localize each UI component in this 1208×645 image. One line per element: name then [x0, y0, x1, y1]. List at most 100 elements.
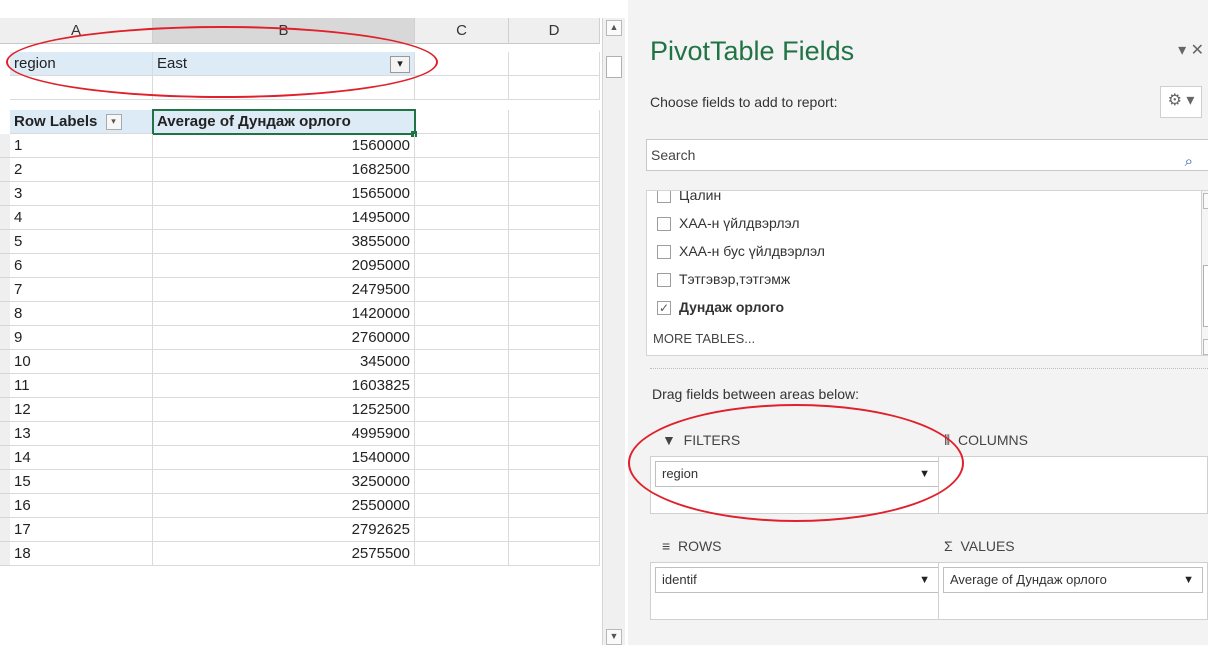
empty-cell[interactable]: [415, 254, 509, 278]
row-value-cell[interactable]: 2095000: [153, 254, 415, 278]
empty-cell[interactable]: [509, 52, 600, 76]
row-value-cell[interactable]: 1682500: [153, 158, 415, 182]
row-number[interactable]: [0, 134, 10, 158]
empty-cell[interactable]: [509, 230, 600, 254]
row-label-cell[interactable]: 12: [10, 398, 153, 422]
field-list-item[interactable]: Цалин: [657, 191, 721, 207]
field-list-item[interactable]: ХАА-н үйлдвэрлэл: [657, 211, 800, 235]
empty-cell[interactable]: [415, 52, 509, 76]
filter-value-cell[interactable]: East ▾: [153, 52, 415, 76]
row-label-cell[interactable]: 6: [10, 254, 153, 278]
row-label-cell[interactable]: 11: [10, 374, 153, 398]
empty-cell[interactable]: [415, 470, 509, 494]
row-label-cell[interactable]: 13: [10, 422, 153, 446]
column-header-c[interactable]: C: [415, 18, 509, 44]
column-header-a[interactable]: A: [0, 18, 153, 44]
field-list-scrollbar[interactable]: ▲ ▼: [1201, 191, 1208, 355]
empty-cell[interactable]: [509, 470, 600, 494]
empty-cell[interactable]: [415, 422, 509, 446]
row-label-cell[interactable]: 10: [10, 350, 153, 374]
filter-field-cell[interactable]: region: [10, 52, 153, 76]
pane-options-icon[interactable]: ▾ ✕: [1178, 40, 1204, 60]
row-number[interactable]: [0, 542, 10, 566]
empty-cell[interactable]: [509, 326, 600, 350]
row-number[interactable]: [0, 206, 10, 230]
row-value-cell[interactable]: 2760000: [153, 326, 415, 350]
empty-cell[interactable]: [415, 230, 509, 254]
row-label-cell[interactable]: 15: [10, 470, 153, 494]
row-value-cell[interactable]: 4995900: [153, 422, 415, 446]
row-label-cell[interactable]: 2: [10, 158, 153, 182]
chevron-down-icon[interactable]: ▼: [919, 462, 930, 486]
empty-cell[interactable]: [509, 182, 600, 206]
row-value-cell[interactable]: 2479500: [153, 278, 415, 302]
row-label-cell[interactable]: 9: [10, 326, 153, 350]
row-value-cell[interactable]: 2575500: [153, 542, 415, 566]
empty-cell[interactable]: [415, 374, 509, 398]
row-value-cell[interactable]: 1420000: [153, 302, 415, 326]
row-number[interactable]: [0, 182, 10, 206]
field-list-item[interactable]: ХАА-н бус үйлдвэрлэл: [657, 239, 825, 263]
empty-cell[interactable]: [509, 206, 600, 230]
empty-cell[interactable]: [509, 398, 600, 422]
empty-cell[interactable]: [415, 278, 509, 302]
row-value-cell[interactable]: 3855000: [153, 230, 415, 254]
row-number[interactable]: [0, 326, 10, 350]
empty-cell[interactable]: [415, 302, 509, 326]
checkbox-icon[interactable]: [657, 273, 671, 288]
empty-cell[interactable]: [415, 398, 509, 422]
row-label-cell[interactable]: 8: [10, 302, 153, 326]
row-label-cell[interactable]: 14: [10, 446, 153, 470]
scroll-down-icon[interactable]: ▼: [1203, 339, 1208, 355]
scroll-thumb[interactable]: [1203, 265, 1208, 327]
sheet-vertical-scrollbar[interactable]: ▲ ▼: [602, 18, 625, 645]
row-number[interactable]: [0, 518, 10, 542]
chevron-down-icon[interactable]: ▼: [919, 568, 930, 592]
empty-cell[interactable]: [415, 446, 509, 470]
more-tables-link[interactable]: MORE TABLES...: [653, 331, 755, 346]
row-label-cell[interactable]: 16: [10, 494, 153, 518]
empty-cell[interactable]: [509, 254, 600, 278]
field-list-item[interactable]: Тэтгэвэр,тэтгэмж: [657, 267, 790, 291]
empty-cell[interactable]: [509, 76, 600, 100]
row-label-cell[interactable]: 4: [10, 206, 153, 230]
filters-area[interactable]: region ▼: [650, 456, 944, 514]
empty-cell[interactable]: [415, 182, 509, 206]
empty-cell[interactable]: [509, 158, 600, 182]
row-number[interactable]: [0, 158, 10, 182]
filter-dropdown-icon[interactable]: ▾: [390, 56, 410, 73]
row-number[interactable]: [0, 374, 10, 398]
empty-cell[interactable]: [415, 134, 509, 158]
empty-cell[interactable]: [415, 518, 509, 542]
row-value-cell[interactable]: 2792625: [153, 518, 415, 542]
empty-cell[interactable]: [415, 158, 509, 182]
row-value-cell[interactable]: 345000: [153, 350, 415, 374]
row-number[interactable]: [0, 230, 10, 254]
row-value-cell[interactable]: 1560000: [153, 134, 415, 158]
values-field-chip[interactable]: Average of Дундаж орлого ▼: [943, 567, 1203, 593]
empty-cell[interactable]: [509, 302, 600, 326]
row-number[interactable]: [0, 470, 10, 494]
empty-cell[interactable]: [509, 542, 600, 566]
empty-cell[interactable]: [509, 134, 600, 158]
chevron-down-icon[interactable]: ▼: [1183, 568, 1194, 592]
scroll-down-icon[interactable]: ▼: [606, 629, 622, 645]
checkbox-icon[interactable]: [657, 245, 671, 260]
scroll-up-icon[interactable]: ▲: [1203, 193, 1208, 209]
scroll-up-icon[interactable]: ▲: [606, 20, 622, 36]
empty-cell[interactable]: [509, 278, 600, 302]
row-number[interactable]: [0, 350, 10, 374]
empty-cell[interactable]: [153, 76, 415, 100]
row-labels-header[interactable]: Row Labels ▾: [10, 110, 153, 134]
row-value-cell[interactable]: 1603825: [153, 374, 415, 398]
empty-cell[interactable]: [415, 350, 509, 374]
checkbox-checked-icon[interactable]: ✓: [657, 301, 671, 316]
row-number[interactable]: [0, 278, 10, 302]
rows-area[interactable]: identif ▼: [650, 562, 944, 620]
value-header-cell[interactable]: Average of Дундаж орлого: [153, 110, 415, 134]
empty-cell[interactable]: [509, 350, 600, 374]
empty-cell[interactable]: [415, 206, 509, 230]
gear-icon[interactable]: ⚙ ▾: [1160, 86, 1202, 118]
empty-cell[interactable]: [509, 110, 600, 134]
field-list-item[interactable]: ✓ Дундаж орлого: [657, 295, 784, 319]
